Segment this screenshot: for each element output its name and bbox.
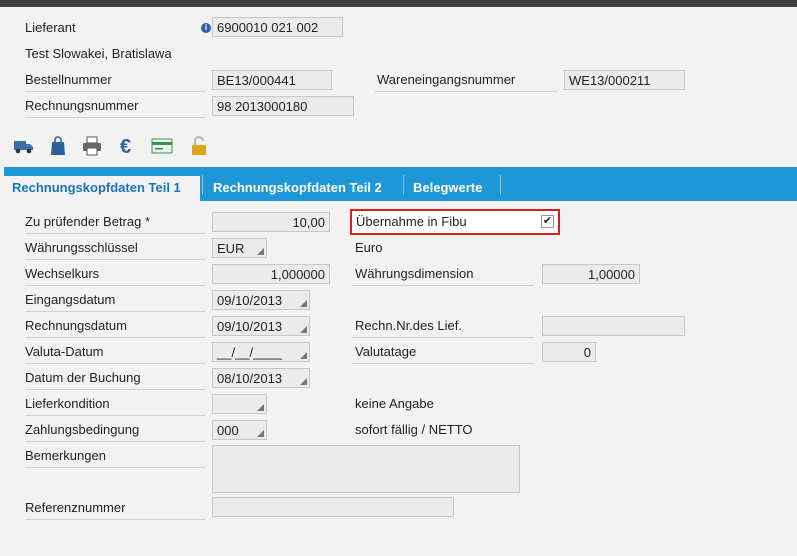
- date-picker-icon[interactable]: [300, 300, 307, 307]
- bemerkungen-textarea[interactable]: [212, 445, 520, 493]
- bemerkungen-underline: [25, 467, 205, 468]
- shopping-bag-icon[interactable]: [47, 135, 69, 157]
- referenz-field[interactable]: [212, 497, 454, 517]
- bestellnummer-label: Bestellnummer: [25, 72, 112, 87]
- lieferkondition-label: Lieferkondition: [25, 396, 110, 411]
- buchung-label: Datum der Buchung: [25, 370, 141, 385]
- tab-belegwerte[interactable]: Belegwerte: [405, 176, 490, 201]
- zahlung-text: sofort fällig / NETTO: [355, 422, 473, 437]
- lieferant-label: Lieferant: [25, 20, 76, 35]
- date-picker-icon[interactable]: [300, 352, 307, 359]
- fibu-label: Übernahme in Fibu: [356, 214, 467, 229]
- fibu-checkbox[interactable]: ✔: [541, 215, 554, 228]
- date-picker-icon[interactable]: [300, 326, 307, 333]
- tab-rechnungskopfdaten-teil-1[interactable]: Rechnungskopfdaten Teil 1: [4, 176, 200, 201]
- eingang-underline: [25, 311, 205, 312]
- rdatum-field[interactable]: 09/10/2013: [212, 316, 310, 336]
- eingang-label: Eingangsdatum: [25, 292, 116, 307]
- buchung-value: 08/10/2013: [217, 371, 283, 386]
- bestellnummer-underline: [25, 91, 205, 92]
- valutatage-field[interactable]: 0: [542, 342, 596, 362]
- waehrung-underline: [25, 259, 205, 260]
- lieferant-field[interactable]: 6900010 021 002: [212, 17, 343, 37]
- rechnungsnummer-label: Rechnungsnummer: [25, 98, 139, 113]
- zahlung-select[interactable]: 000: [212, 420, 267, 440]
- dropdown-arrow-icon: [257, 248, 264, 255]
- waehrung-value: EUR: [217, 241, 245, 256]
- lieferkondition-text: keine Angabe: [355, 396, 434, 411]
- wdim-field[interactable]: 1,00000: [542, 264, 640, 284]
- rdatum-value: 09/10/2013: [217, 319, 283, 334]
- lieferant-name: Test Slowakei, Bratislawa: [25, 46, 172, 61]
- rnrlief-underline: [352, 337, 534, 338]
- printer-icon[interactable]: [81, 135, 103, 157]
- betrag-field[interactable]: 10,00: [212, 212, 330, 232]
- betrag-label: Zu prüfender Betrag *: [25, 214, 151, 229]
- rechnungsnummer-underline: [25, 117, 205, 118]
- dropdown-arrow-icon: [257, 404, 264, 411]
- zahlung-underline: [25, 441, 205, 442]
- wareneingang-label: Wareneingangsnummer: [377, 72, 516, 87]
- wechselkurs-label: Wechselkurs: [25, 266, 100, 281]
- bestellnummer-field[interactable]: BE13/000441: [212, 70, 332, 90]
- waehrung-label: Währungsschlüssel: [25, 240, 138, 255]
- rnrlief-label: Rechn.Nr.des Lief.: [355, 318, 462, 333]
- tab-rechnungskopfdaten-teil-2[interactable]: Rechnungskopfdaten Teil 2: [205, 176, 390, 201]
- zahlung-value: 000: [217, 423, 239, 438]
- valuta-underline: [25, 363, 205, 364]
- wareneingang-underline: [375, 91, 557, 92]
- eingang-value: 09/10/2013: [217, 293, 283, 308]
- valuta-label: Valuta-Datum: [25, 344, 104, 359]
- zahlung-label: Zahlungsbedingung: [25, 422, 140, 437]
- lieferkondition-underline: [25, 415, 205, 416]
- wechselkurs-underline: [25, 285, 205, 286]
- valutatage-label: Valutatage: [355, 344, 417, 359]
- lieferkondition-select[interactable]: [212, 394, 267, 414]
- rdatum-underline: [25, 337, 205, 338]
- dropdown-arrow-icon: [257, 430, 264, 437]
- wdim-label: Währungsdimension: [355, 266, 474, 281]
- buchung-field[interactable]: 08/10/2013: [212, 368, 310, 388]
- buchung-underline: [25, 389, 205, 390]
- betrag-underline: [25, 233, 205, 234]
- truck-icon[interactable]: [13, 135, 35, 157]
- rdatum-label: Rechnungsdatum: [25, 318, 127, 333]
- info-icon[interactable]: i: [201, 23, 211, 33]
- referenz-label: Referenznummer: [25, 500, 126, 515]
- euro-icon[interactable]: €: [117, 135, 139, 157]
- tab-separator: [500, 175, 501, 195]
- valuta-value: __/__/____: [217, 345, 283, 360]
- card-icon[interactable]: [151, 135, 173, 157]
- referenz-underline: [25, 519, 205, 520]
- wdim-underline: [352, 285, 534, 286]
- date-picker-icon[interactable]: [300, 378, 307, 385]
- waehrung-select[interactable]: EUR: [212, 238, 267, 258]
- tab-separator: [403, 175, 404, 195]
- bemerkungen-label: Bemerkungen: [25, 448, 106, 463]
- wareneingang-field[interactable]: WE13/000211: [564, 70, 685, 90]
- tab-separator: [202, 175, 203, 195]
- valutatage-underline: [352, 363, 534, 364]
- waehrung-text: Euro: [355, 240, 383, 255]
- window-top-bar: [0, 0, 797, 7]
- wechselkurs-field[interactable]: 1,000000: [212, 264, 330, 284]
- svg-text:€: €: [120, 136, 131, 157]
- unlock-icon[interactable]: [188, 135, 210, 157]
- eingang-field[interactable]: 09/10/2013: [212, 290, 310, 310]
- rechnungsnummer-field[interactable]: 98 2013000180: [212, 96, 354, 116]
- valuta-field[interactable]: __/__/____: [212, 342, 310, 362]
- rnrlief-field[interactable]: [542, 316, 685, 336]
